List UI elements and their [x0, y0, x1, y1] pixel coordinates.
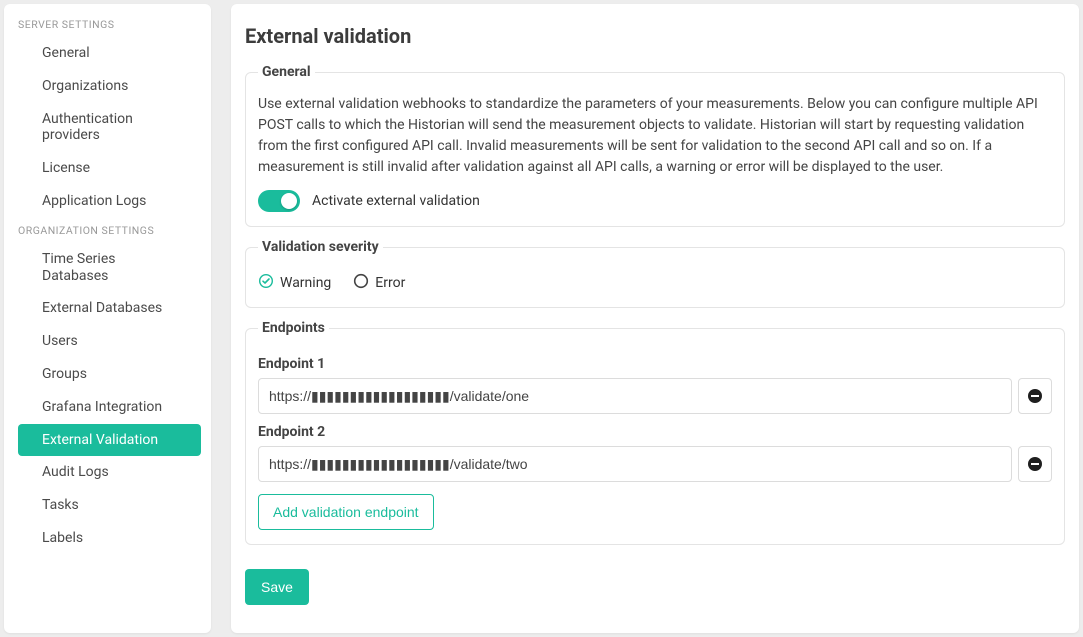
general-description: Use external validation webhooks to stan… — [258, 94, 1052, 178]
sidebar-item-general[interactable]: General — [18, 37, 201, 70]
sidebar-header-server: SERVER SETTINGS — [4, 12, 211, 37]
severity-warning-label: Warning — [280, 275, 331, 291]
section-severity-legend: Validation severity — [258, 239, 383, 255]
severity-error-label: Error — [375, 275, 405, 291]
sidebar-item-audit-logs[interactable]: Audit Logs — [18, 456, 201, 489]
activate-toggle-row: Activate external validation — [258, 190, 1052, 212]
endpoint-1-remove-button[interactable] — [1018, 378, 1052, 414]
section-severity: Validation severity Warning — [245, 239, 1065, 308]
app-root: SERVER SETTINGS General Organizations Au… — [0, 0, 1083, 637]
sidebar-item-application-logs[interactable]: Application Logs — [18, 185, 201, 218]
save-button[interactable]: Save — [245, 569, 309, 605]
page-title: External validation — [245, 24, 1065, 48]
severity-options: Warning Error — [258, 273, 1052, 293]
sidebar-item-external-validation[interactable]: External Validation — [18, 424, 201, 457]
sidebar-item-groups[interactable]: Groups — [18, 358, 201, 391]
section-general: General Use external validation webhooks… — [245, 64, 1065, 227]
sidebar-item-labels[interactable]: Labels — [18, 522, 201, 555]
endpoint-2-input[interactable] — [258, 446, 1012, 482]
sidebar-item-organizations[interactable]: Organizations — [18, 70, 201, 103]
severity-option-warning[interactable]: Warning — [258, 273, 331, 293]
remove-circle-icon — [1027, 456, 1043, 472]
sidebar-item-license[interactable]: License — [18, 152, 201, 185]
section-endpoints: Endpoints Endpoint 1 Endpoint 2 — [245, 320, 1065, 545]
activate-external-validation-toggle[interactable] — [258, 190, 300, 212]
sidebar-item-external-databases[interactable]: External Databases — [18, 292, 201, 325]
sidebar-item-authentication-providers[interactable]: Authentication providers — [18, 103, 201, 153]
section-general-legend: General — [258, 64, 315, 80]
sidebar-item-tasks[interactable]: Tasks — [18, 489, 201, 522]
add-validation-endpoint-button[interactable]: Add validation endpoint — [258, 494, 434, 530]
activate-toggle-label: Activate external validation — [312, 193, 480, 209]
endpoint-2-label: Endpoint 2 — [258, 424, 1052, 440]
remove-circle-icon — [1027, 388, 1043, 404]
endpoint-2-row — [258, 446, 1052, 482]
main-content: External validation General Use external… — [231, 4, 1079, 633]
endpoint-1-input[interactable] — [258, 378, 1012, 414]
severity-option-error[interactable]: Error — [353, 273, 405, 293]
sidebar-item-grafana-integration[interactable]: Grafana Integration — [18, 391, 201, 424]
sidebar-item-users[interactable]: Users — [18, 325, 201, 358]
check-circle-icon — [258, 273, 274, 293]
sidebar: SERVER SETTINGS General Organizations Au… — [4, 4, 211, 633]
sidebar-header-organization: ORGANIZATION SETTINGS — [4, 218, 211, 243]
endpoint-2-remove-button[interactable] — [1018, 446, 1052, 482]
section-endpoints-legend: Endpoints — [258, 320, 329, 336]
endpoint-1-row — [258, 378, 1052, 414]
endpoint-1-label: Endpoint 1 — [258, 356, 1052, 372]
radio-unchecked-icon — [353, 273, 369, 293]
sidebar-item-time-series-databases[interactable]: Time Series Databases — [18, 243, 201, 293]
